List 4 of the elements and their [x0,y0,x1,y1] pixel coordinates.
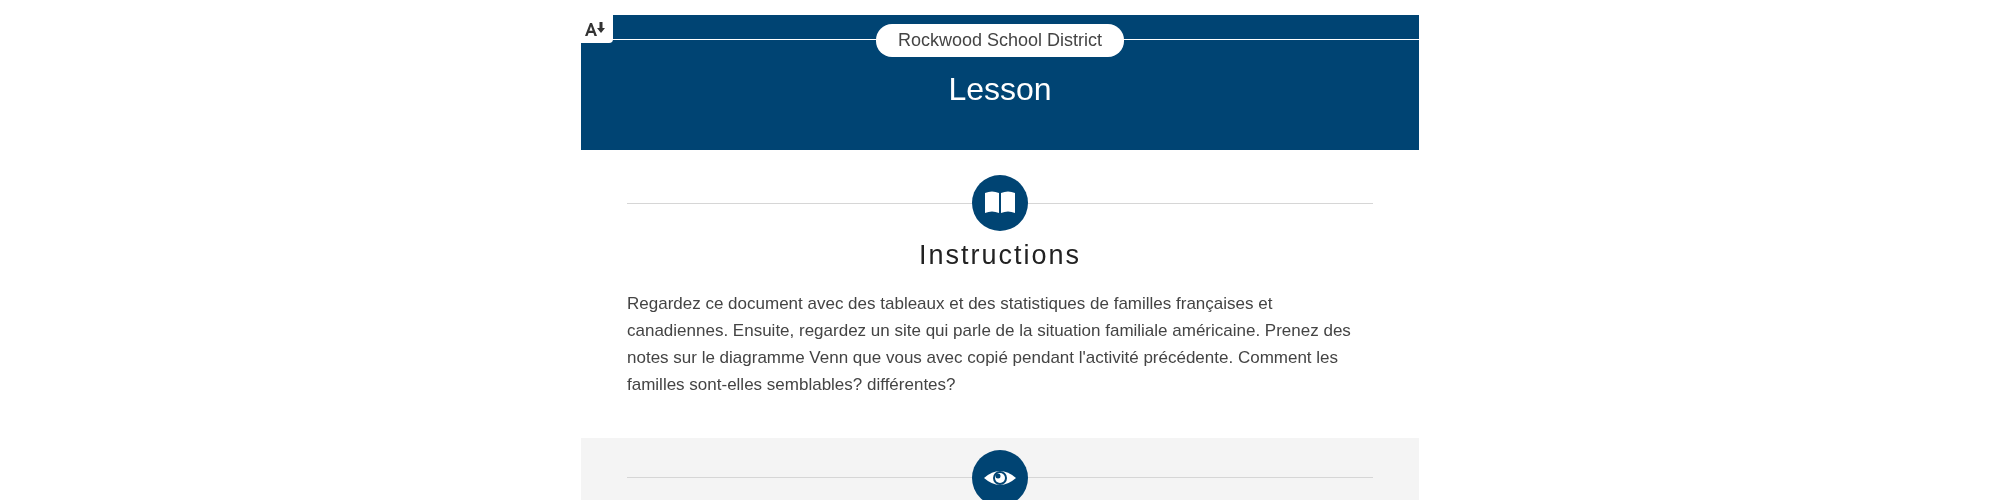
instructions-text: Regardez ce document avec des tableaux et des statistiques de familles françaises et canadiennes. Ensuite, regardez un site qui parle de la situation familiale américaine. Prenez des notes sur le diagramme Venn que vous avec copié pendant l'activité précédente. Comment les familles sont-elles semblables? différentes? [627,292,1352,396]
district-badge: Rockwood School District [875,24,1125,57]
page-title: Lesson [947,70,1053,109]
section-heading: Instructions [917,239,1083,272]
